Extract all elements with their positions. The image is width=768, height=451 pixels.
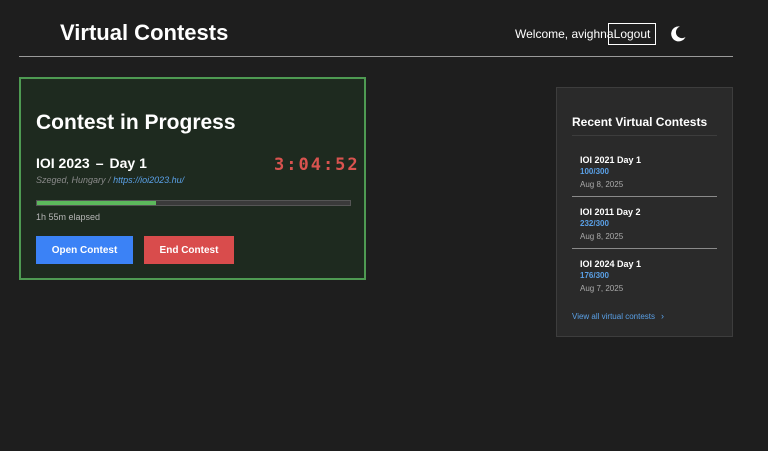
end-contest-button[interactable]: End Contest — [144, 236, 234, 264]
view-all-link[interactable]: View all virtual contests › — [572, 311, 664, 321]
contest-url-link[interactable]: https://ioi2023.hu/ — [113, 175, 184, 185]
recent-contest-name: IOI 2021 Day 1 — [580, 155, 642, 165]
countdown-timer: 3:04:52 — [274, 155, 360, 175]
contest-location: Szeged, Hungary / https://ioi2023.hu/ — [36, 175, 184, 185]
recent-contest-score[interactable]: 100/300 — [580, 166, 717, 178]
contest-title: IOI 2023 — [36, 155, 90, 171]
list-item[interactable]: IOI 2021 Day 1 100/300 Aug 8, 2025 — [572, 145, 717, 197]
location-separator: / — [108, 175, 111, 185]
recent-contest-date: Aug 8, 2025 — [580, 180, 624, 189]
recent-contest-date: Aug 7, 2025 — [580, 284, 624, 293]
recent-contest-name: IOI 2011 Day 2 — [580, 207, 641, 217]
page-title: Virtual Contests — [60, 20, 229, 45]
elapsed-text: 1h 55m elapsed — [36, 212, 101, 222]
moon-icon[interactable] — [669, 25, 687, 43]
contest-in-progress-card: Contest in Progress IOI 2023– Day 1 3:04:… — [19, 77, 366, 280]
open-contest-button[interactable]: Open Contest — [36, 236, 133, 264]
logout-button[interactable]: Logout — [608, 23, 656, 45]
recent-contests-list: IOI 2021 Day 1 100/300 Aug 8, 2025 IOI 2… — [572, 145, 717, 301]
progress-bar — [36, 200, 351, 206]
contest-separator: – — [95, 155, 104, 171]
recent-contest-score[interactable]: 176/300 — [580, 270, 717, 282]
recent-contest-score[interactable]: 232/300 — [580, 218, 717, 230]
chevron-right-icon: › — [661, 311, 664, 321]
list-item[interactable]: IOI 2011 Day 2 232/300 Aug 8, 2025 — [572, 197, 717, 249]
contest-name: IOI 2023– Day 1 — [36, 155, 147, 171]
location-text: Szeged, Hungary — [36, 175, 106, 185]
contest-day: Day 1 — [109, 155, 147, 171]
list-item[interactable]: IOI 2024 Day 1 176/300 Aug 7, 2025 — [572, 249, 717, 301]
card-heading: Contest in Progress — [36, 111, 236, 134]
recent-contests-title: Recent Virtual Contests — [572, 115, 717, 136]
progress-fill — [37, 201, 156, 205]
view-all-label: View all virtual contests — [572, 312, 655, 321]
recent-contest-date: Aug 8, 2025 — [580, 232, 624, 241]
welcome-text: Welcome, avighna — [515, 27, 614, 41]
recent-contest-name: IOI 2024 Day 1 — [580, 259, 642, 269]
recent-contests-panel: Recent Virtual Contests IOI 2021 Day 1 1… — [556, 87, 733, 337]
site-header: Virtual Contests Welcome, avighna Logout — [19, 0, 733, 57]
